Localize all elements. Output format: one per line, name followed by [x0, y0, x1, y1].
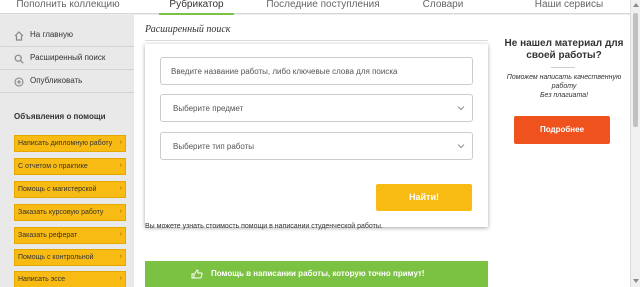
help-ad-item[interactable]: Написать дипломную работу ›: [14, 135, 126, 152]
home-icon: [14, 31, 24, 41]
help-ad-label: С отчетом о практике: [18, 163, 88, 170]
sidebar-item-home[interactable]: На главную: [0, 25, 134, 47]
promo-title: Не нашел материал для своей работы?: [498, 38, 630, 62]
help-ad-item[interactable]: Написать эссе ›: [14, 271, 126, 287]
arrow-right-icon: ›: [119, 231, 122, 238]
arrow-right-icon: ›: [119, 162, 122, 169]
plus-circle-icon: [14, 77, 24, 87]
help-ads-heading: Объявления о помощи: [14, 112, 106, 121]
chevron-down-icon: [457, 144, 465, 149]
promo-text-line: работу: [551, 83, 577, 90]
promo-divider: [551, 67, 575, 68]
promo-title-line: своей работы?: [526, 50, 602, 61]
tab-rubricator[interactable]: Рубрикатор: [159, 0, 234, 15]
sidebar-item-advanced-search[interactable]: Расширенный поиск: [0, 48, 134, 70]
tab-latest-arrivals[interactable]: Последние поступления: [262, 0, 384, 14]
scroll-down-icon[interactable]: [633, 279, 639, 283]
arrow-right-icon: ›: [119, 139, 122, 146]
help-ad-item[interactable]: С отчетом о практике ›: [14, 158, 126, 175]
page-title: Расширенный поиск: [145, 24, 231, 35]
sidebar-item-label: Расширенный поиск: [30, 53, 106, 62]
work-type-select-value: Выберите тип работы: [173, 142, 255, 151]
sidebar: На главную Расширенный поиск Опубликоват…: [0, 15, 134, 287]
help-ad-label: Помощь с контрольной: [18, 254, 94, 261]
help-ad-label: Заказать реферат: [18, 232, 78, 239]
help-ad-item[interactable]: Заказать реферат ›: [14, 227, 126, 244]
help-ad-item[interactable]: Заказать курсовую работу ›: [14, 204, 126, 221]
promo-text: Поможем написать качественную работу Без…: [498, 73, 630, 100]
promo-text-line: Без плагиата!: [539, 92, 589, 99]
help-ad-label: Заказать курсовую работу: [18, 209, 104, 216]
help-ad-label: Написать дипломную работу: [18, 140, 113, 147]
arrow-right-icon: ›: [119, 253, 122, 260]
page-scrollbar[interactable]: [630, 0, 640, 287]
find-button[interactable]: Найти!: [376, 184, 472, 211]
chevron-down-icon: [457, 106, 465, 111]
get-help-label: Помощь в написании работы, которую точно…: [211, 269, 425, 278]
promo-title-line: Не нашел материал для: [504, 38, 624, 49]
subject-select-value: Выберите предмет: [173, 104, 244, 113]
scroll-up-icon[interactable]: [633, 3, 639, 7]
arrow-right-icon: ›: [119, 185, 122, 192]
main-content: Расширенный поиск Выберите предмет Выбер…: [134, 15, 498, 287]
query-field[interactable]: [160, 57, 473, 85]
search-form: Выберите предмет Выберите тип работы Най…: [145, 44, 488, 227]
arrow-right-icon: ›: [119, 275, 122, 282]
top-navigation: Пополнить коллекцию Рубрикатор Последние…: [0, 0, 630, 15]
help-ad-label: Написать эссе: [18, 276, 66, 283]
help-ad-label: Помощь с магистерской: [18, 186, 97, 193]
scrollbar-thumb[interactable]: [633, 13, 638, 127]
arrow-right-icon: ›: [119, 208, 122, 215]
promo-text-line: Поможем написать качественную: [506, 74, 622, 81]
thumbs-up-icon: [191, 269, 203, 279]
search-icon: [14, 54, 24, 64]
sidebar-item-label: На главную: [30, 30, 73, 39]
promo-panel: Не нашел материал для своей работы? Помо…: [498, 15, 630, 287]
help-ad-item[interactable]: Помощь с контрольной ›: [14, 249, 126, 266]
help-ad-item[interactable]: Помощь с магистерской ›: [14, 181, 126, 198]
tab-add-collection[interactable]: Пополнить коллекцию: [8, 0, 128, 14]
sidebar-item-publish[interactable]: Опубликовать: [0, 71, 134, 93]
subject-select[interactable]: Выберите предмет: [160, 94, 473, 122]
more-details-button[interactable]: Подробнее: [514, 116, 610, 144]
info-text: Вы можете узнать стоимость помощи в напи…: [145, 223, 383, 230]
tab-dictionaries[interactable]: Словари: [418, 0, 468, 14]
title-divider: [145, 40, 488, 41]
search-input[interactable]: [161, 58, 472, 84]
work-type-select[interactable]: Выберите тип работы: [160, 132, 473, 160]
sidebar-item-label: Опубликовать: [30, 76, 83, 85]
get-help-button[interactable]: Помощь в написании работы, которую точно…: [145, 261, 488, 287]
tab-our-services[interactable]: Наши сервисы: [531, 0, 607, 14]
